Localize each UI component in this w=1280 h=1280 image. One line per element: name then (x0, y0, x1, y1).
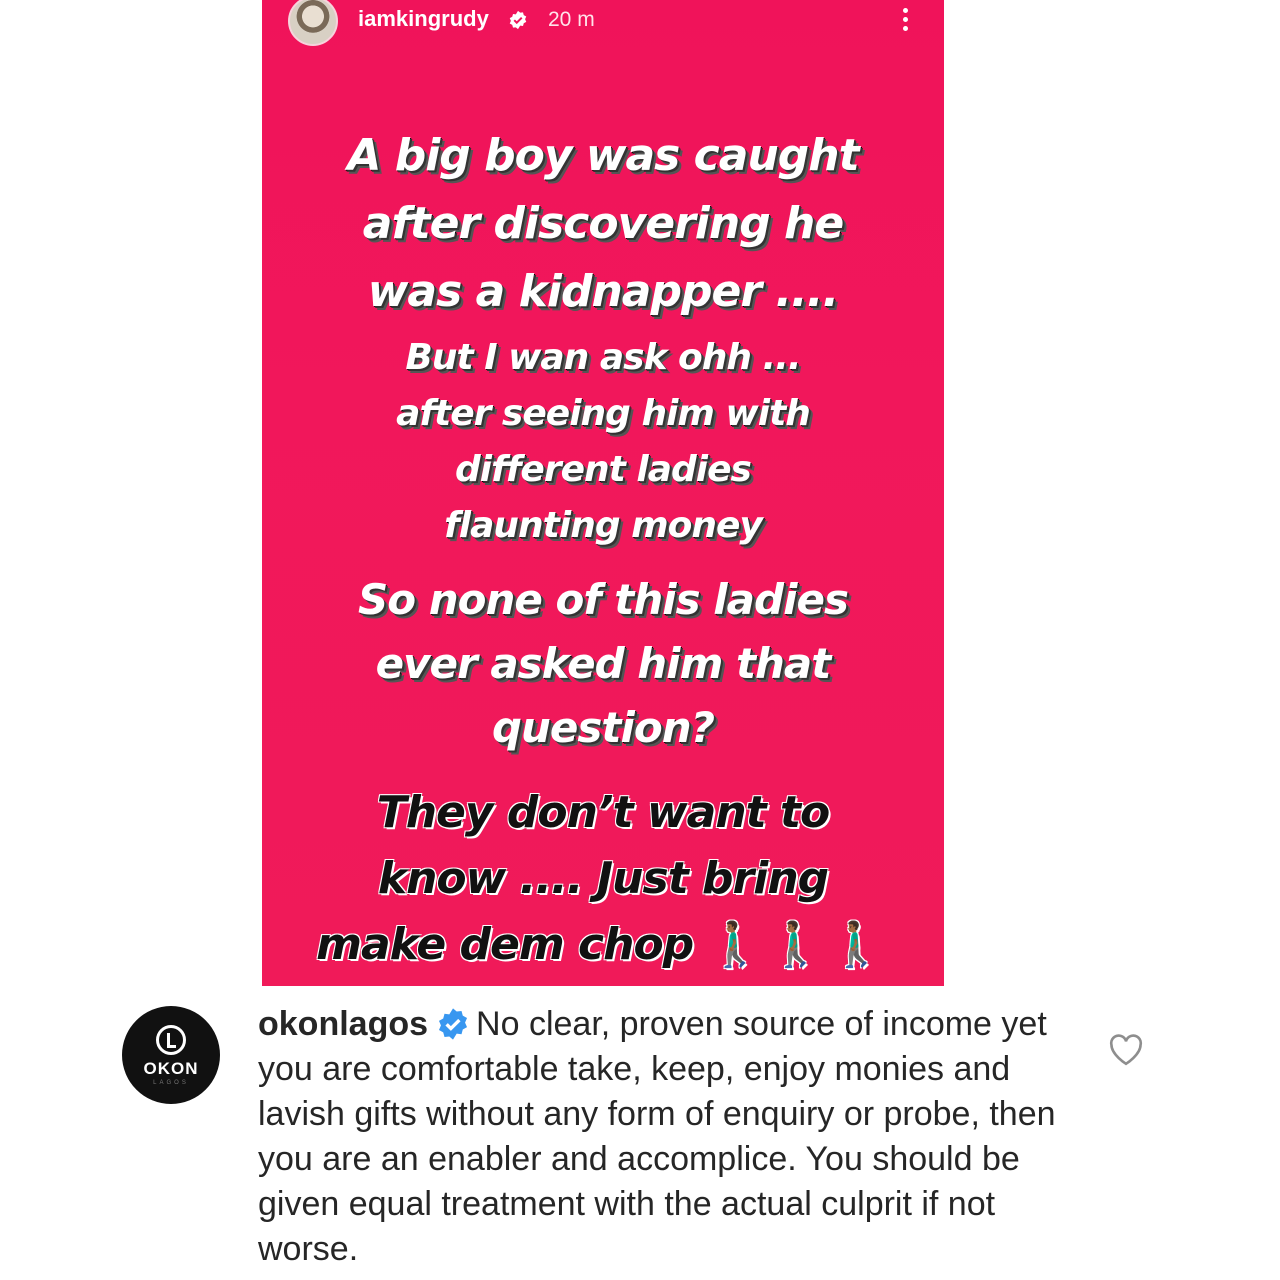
comment-avatar[interactable]: OKON LAGOS (122, 1006, 220, 1104)
comment-body: okonlagos No clear, proven source of inc… (258, 1002, 1078, 1272)
avatar-logo-subtext: LAGOS (153, 1079, 189, 1086)
story-card[interactable]: iamkingrudy 20 m A big boy was caught af… (262, 0, 944, 986)
okon-logo-icon (156, 1024, 186, 1055)
story-timestamp: 20 m (548, 8, 595, 31)
more-options-icon[interactable] (900, 8, 910, 36)
story-avatar[interactable] (288, 0, 338, 46)
story-text-1: A big boy was caught after discovering h… (347, 130, 859, 317)
story-text-4: They don’t want to know .... Just bring … (262, 780, 944, 978)
story-header: iamkingrudy 20 m (262, 0, 944, 48)
verified-icon (509, 10, 527, 30)
like-heart-icon[interactable] (1108, 1034, 1144, 1066)
verified-badge-icon (439, 1008, 468, 1040)
story-username[interactable]: iamkingrudy (358, 6, 489, 32)
comment-text: No clear, proven source of income yet yo… (258, 1005, 1056, 1268)
comment-username[interactable]: okonlagos (258, 1005, 428, 1043)
avatar-logo-text: OKON (143, 1058, 199, 1078)
story-text-3: So none of this ladies ever asked him th… (358, 575, 849, 752)
walking-emoji-icon: 🚶🏾‍♂️🚶🏾‍♂️🚶🏾‍♂️ (707, 919, 890, 970)
story-text-2: But I wan ask ohh ... after seeing him w… (396, 337, 811, 546)
